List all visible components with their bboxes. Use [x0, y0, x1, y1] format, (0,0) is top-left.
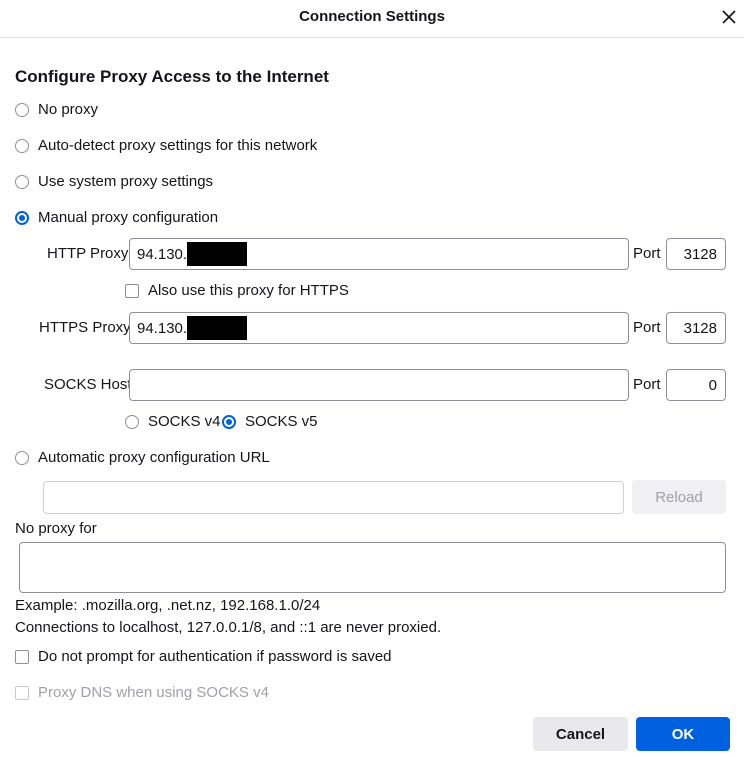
http-proxy-value: 94.130.	[137, 245, 188, 263]
http-port-label: Port	[633, 245, 661, 262]
https-proxy-input[interactable]: 94.130.	[129, 312, 629, 344]
dialog-titlebar: Connection Settings	[0, 0, 744, 38]
https-proxy-label: HTTPS Proxy	[39, 319, 131, 336]
system-proxy-label[interactable]: Use system proxy settings	[38, 173, 213, 190]
auto-url-input[interactable]	[43, 481, 624, 514]
http-port-input[interactable]: 3128	[666, 238, 726, 270]
socks-v4-option[interactable]: SOCKS v4	[125, 413, 221, 430]
close-icon[interactable]	[722, 10, 736, 24]
auto-detect-radio[interactable]	[15, 138, 29, 153]
also-https-checkbox[interactable]	[125, 283, 139, 298]
https-port-value: 3128	[683, 319, 717, 337]
http-port-value: 3128	[683, 245, 717, 263]
close-button[interactable]	[718, 6, 740, 28]
socks-v4-radio[interactable]	[125, 414, 139, 429]
auto-url-radio[interactable]	[15, 450, 29, 465]
manual-proxy-label[interactable]: Manual proxy configuration	[38, 209, 218, 226]
http-proxy-label: HTTP Proxy	[47, 245, 129, 262]
no-prompt-auth-option[interactable]: Do not prompt for authentication if pass…	[15, 648, 392, 665]
no-proxy-radio[interactable]	[15, 102, 29, 117]
socks-v5-radio[interactable]	[222, 414, 236, 429]
manual-proxy-option[interactable]: Manual proxy configuration	[15, 209, 218, 226]
proxy-dns-checkbox	[15, 685, 29, 700]
socks-v5-option[interactable]: SOCKS v5	[222, 413, 318, 430]
redacted-block	[187, 316, 248, 340]
auto-url-label[interactable]: Automatic proxy configuration URL	[38, 449, 270, 466]
no-proxy-option[interactable]: No proxy	[15, 101, 98, 118]
auto-detect-option[interactable]: Auto-detect proxy settings for this netw…	[15, 137, 317, 154]
socks-port-value: 0	[708, 376, 717, 394]
no-proxy-label[interactable]: No proxy	[38, 101, 98, 118]
example-text: Example: .mozilla.org, .net.nz, 192.168.…	[15, 597, 321, 614]
ok-button[interactable]: OK	[636, 717, 730, 751]
manual-proxy-radio[interactable]	[15, 210, 29, 225]
socks-v4-label[interactable]: SOCKS v4	[148, 413, 221, 430]
reload-button[interactable]: Reload	[632, 480, 726, 514]
socks-host-label: SOCKS Host	[44, 376, 132, 393]
socks-host-input[interactable]	[129, 369, 629, 401]
system-proxy-radio[interactable]	[15, 174, 29, 189]
localhost-note: Connections to localhost, 127.0.0.1/8, a…	[15, 619, 442, 636]
https-proxy-value: 94.130.	[137, 319, 188, 337]
section-heading: Configure Proxy Access to the Internet	[15, 67, 329, 86]
cancel-button[interactable]: Cancel	[533, 717, 628, 751]
http-proxy-input[interactable]: 94.130.	[129, 238, 629, 270]
no-proxy-for-label: No proxy for	[15, 520, 97, 537]
socks-port-label: Port	[633, 376, 661, 393]
proxy-dns-option: Proxy DNS when using SOCKS v4	[15, 684, 269, 701]
also-https-label[interactable]: Also use this proxy for HTTPS	[148, 282, 349, 299]
auto-detect-label[interactable]: Auto-detect proxy settings for this netw…	[38, 137, 317, 154]
https-port-label: Port	[633, 319, 661, 336]
https-port-input[interactable]: 3128	[666, 312, 726, 344]
no-prompt-auth-label[interactable]: Do not prompt for authentication if pass…	[38, 648, 392, 665]
proxy-dns-label: Proxy DNS when using SOCKS v4	[38, 684, 269, 701]
socks-port-input[interactable]: 0	[666, 369, 726, 401]
no-prompt-auth-checkbox[interactable]	[15, 649, 29, 664]
also-https-option[interactable]: Also use this proxy for HTTPS	[125, 282, 349, 299]
auto-url-option[interactable]: Automatic proxy configuration URL	[15, 449, 270, 466]
system-proxy-option[interactable]: Use system proxy settings	[15, 173, 213, 190]
redacted-block	[187, 242, 248, 266]
socks-v5-label[interactable]: SOCKS v5	[245, 413, 318, 430]
dialog-title: Connection Settings	[299, 8, 445, 25]
no-proxy-for-textarea[interactable]	[19, 542, 726, 593]
